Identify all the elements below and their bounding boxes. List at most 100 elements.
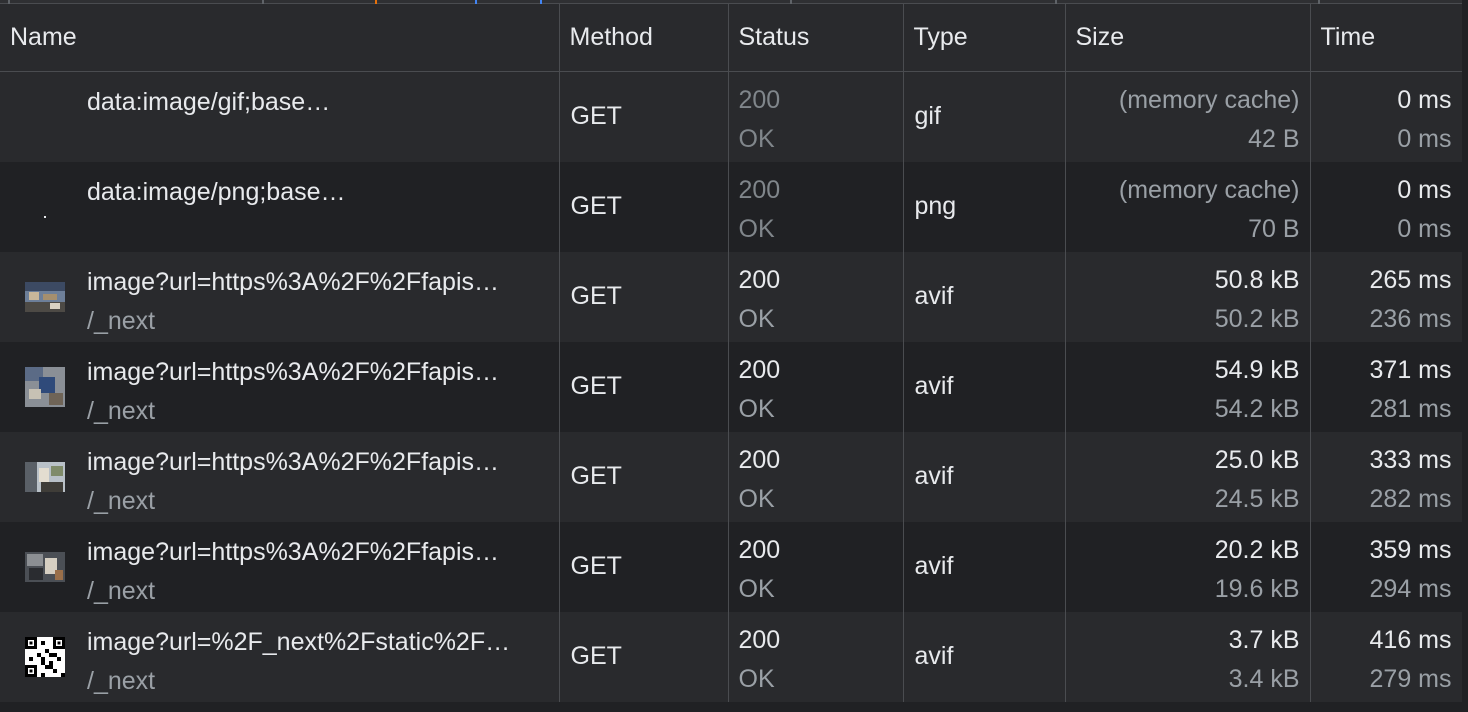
request-initiator: /_next: [87, 486, 156, 515]
method-cell: GET: [559, 611, 729, 702]
type-cell: avif: [903, 341, 1066, 432]
latency-time: 236 ms: [1369, 304, 1452, 333]
latency-time: 279 ms: [1369, 664, 1452, 693]
resource-size: 3.4 kB: [1228, 664, 1300, 693]
transfer-size: 54.9 kB: [1214, 355, 1300, 384]
transfer-size: 25.0 kB: [1214, 445, 1300, 474]
type-cell: avif: [903, 251, 1066, 342]
table-row[interactable]: image?url=%2F_next%2Fstatic%2F… /_next G…: [0, 611, 1463, 702]
size-cell: 20.2 kB 19.6 kB: [1065, 521, 1311, 612]
total-time: 333 ms: [1369, 445, 1452, 474]
latency-time: 0 ms: [1397, 124, 1452, 153]
method-cell: GET: [559, 521, 729, 612]
vertical-scrollbar[interactable]: [1462, 0, 1468, 712]
time-cell: 333 ms 282 ms: [1310, 431, 1463, 522]
request-name: image?url=https%3A%2F%2Ffapis…: [87, 537, 499, 566]
status-text: OK: [738, 574, 775, 603]
status-cell: 200 OK: [728, 161, 904, 252]
image-thumbnail-icon: [25, 461, 65, 492]
transfer-size: (memory cache): [1118, 175, 1300, 204]
request-name: data:image/gif;base…: [87, 87, 331, 116]
table-row[interactable]: image?url=https%3A%2F%2Ffapis… /_next GE…: [0, 521, 1463, 612]
request-name: image?url=https%3A%2F%2Ffapis…: [87, 447, 499, 476]
total-time: 416 ms: [1369, 625, 1452, 654]
time-cell: 359 ms 294 ms: [1310, 521, 1463, 612]
name-cell[interactable]: image?url=https%3A%2F%2Ffapis… /_next: [0, 251, 560, 342]
status-code: 200: [738, 355, 781, 384]
status-code: 200: [738, 445, 781, 474]
status-cell: 200 OK: [728, 251, 904, 342]
status-cell: 200 OK: [728, 521, 904, 612]
transfer-size: 20.2 kB: [1214, 535, 1300, 564]
resource-size: 24.5 kB: [1214, 484, 1300, 513]
status-text: OK: [738, 484, 775, 513]
time-cell: 265 ms 236 ms: [1310, 251, 1463, 342]
size-cell: 25.0 kB 24.5 kB: [1065, 431, 1311, 522]
column-header-type[interactable]: Type: [903, 4, 1066, 72]
size-cell: (memory cache) 70 B: [1065, 161, 1311, 252]
name-cell[interactable]: image?url=https%3A%2F%2Ffapis… /_next: [0, 431, 560, 522]
name-cell[interactable]: data:image/png;base…: [0, 161, 560, 252]
status-text: OK: [738, 664, 775, 693]
table-row[interactable]: image?url=https%3A%2F%2Ffapis… /_next GE…: [0, 341, 1463, 432]
total-time: 371 ms: [1369, 355, 1452, 384]
request-initiator: /_next: [87, 396, 156, 425]
type-cell: gif: [903, 71, 1066, 162]
resource-size: 54.2 kB: [1214, 394, 1300, 423]
latency-time: 282 ms: [1369, 484, 1452, 513]
status-code: 200: [738, 535, 781, 564]
request-initiator: /_next: [87, 306, 156, 335]
transfer-size: 3.7 kB: [1228, 625, 1300, 654]
name-cell[interactable]: data:image/gif;base…: [0, 71, 560, 162]
latency-time: 281 ms: [1369, 394, 1452, 423]
status-text: OK: [738, 214, 775, 243]
resource-size: 19.6 kB: [1214, 574, 1300, 603]
method-cell: GET: [559, 341, 729, 432]
table-row[interactable]: data:image/gif;base… GET 200 OK gif (mem…: [0, 71, 1463, 162]
table-row[interactable]: data:image/png;base… GET 200 OK png (mem…: [0, 161, 1463, 252]
column-header-name[interactable]: Name: [0, 4, 560, 72]
total-time: 359 ms: [1369, 535, 1452, 564]
resource-size: 70 B: [1248, 214, 1300, 243]
status-text: OK: [738, 304, 775, 333]
request-name: image?url=https%3A%2F%2Ffapis…: [87, 267, 499, 296]
time-cell: 416 ms 279 ms: [1310, 611, 1463, 702]
qr-code-icon: [25, 636, 65, 677]
time-cell: 0 ms 0 ms: [1310, 161, 1463, 252]
table-row[interactable]: image?url=https%3A%2F%2Ffapis… /_next GE…: [0, 251, 1463, 342]
status-cell: 200 OK: [728, 431, 904, 522]
method-cell: GET: [559, 431, 729, 522]
request-name: image?url=%2F_next%2Fstatic%2F…: [87, 627, 511, 656]
table-header-row: Name Method Status Type Size Time: [0, 4, 1463, 72]
status-cell: 200 OK: [728, 611, 904, 702]
column-header-time[interactable]: Time: [1310, 4, 1463, 72]
status-code: 200: [738, 85, 781, 114]
column-header-status[interactable]: Status: [728, 4, 904, 72]
size-cell: 50.8 kB 50.2 kB: [1065, 251, 1311, 342]
type-cell: avif: [903, 611, 1066, 702]
name-cell[interactable]: image?url=%2F_next%2Fstatic%2F… /_next: [0, 611, 560, 702]
time-cell: 0 ms 0 ms: [1310, 71, 1463, 162]
method-cell: GET: [559, 161, 729, 252]
latency-time: 0 ms: [1397, 214, 1452, 243]
method-cell: GET: [559, 251, 729, 342]
status-text: OK: [738, 124, 775, 153]
name-cell[interactable]: image?url=https%3A%2F%2Ffapis… /_next: [0, 521, 560, 612]
latency-time: 294 ms: [1369, 574, 1452, 603]
name-cell[interactable]: image?url=https%3A%2F%2Ffapis… /_next: [0, 341, 560, 432]
column-header-size[interactable]: Size: [1065, 4, 1311, 72]
resource-size: 50.2 kB: [1214, 304, 1300, 333]
method-cell: GET: [559, 71, 729, 162]
image-thumbnail-icon: [25, 551, 65, 582]
status-cell: 200 OK: [728, 71, 904, 162]
network-panel: Name Method Status Type Size Time data:i…: [0, 0, 1468, 712]
column-header-method[interactable]: Method: [559, 4, 729, 72]
request-name: image?url=https%3A%2F%2Ffapis…: [87, 357, 499, 386]
status-code: 200: [738, 175, 781, 204]
image-thumbnail-icon: [25, 281, 65, 312]
status-code: 200: [738, 265, 781, 294]
status-code: 200: [738, 625, 781, 654]
request-name: data:image/png;base…: [87, 177, 346, 206]
table-row[interactable]: image?url=https%3A%2F%2Ffapis… /_next GE…: [0, 431, 1463, 522]
dot-icon: [44, 215, 46, 218]
